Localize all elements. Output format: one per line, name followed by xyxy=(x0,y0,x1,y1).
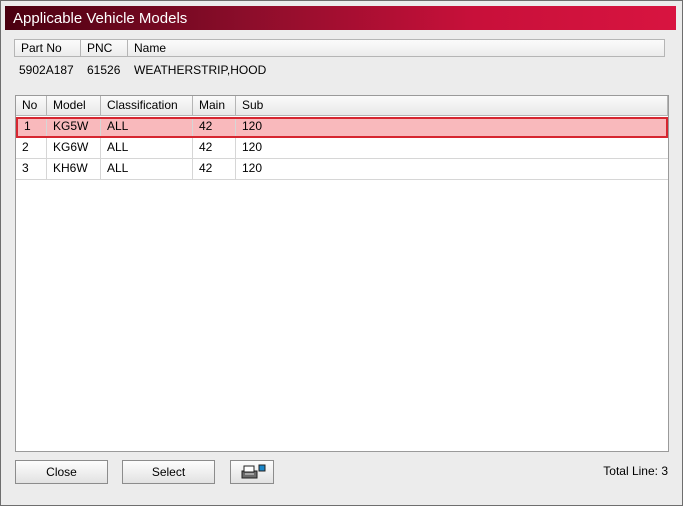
printer-icon xyxy=(241,464,266,479)
cell-sub: 120 xyxy=(242,119,263,133)
cell-classification: ALL xyxy=(101,138,193,158)
col-header-model[interactable]: Model xyxy=(47,96,101,116)
total-lines-label: Total Line: 3 xyxy=(603,464,668,478)
models-grid[interactable]: No Model Classification Main Sub 1 KG5W … xyxy=(15,95,669,452)
cell-classification: ALL xyxy=(101,119,193,136)
col-header-no[interactable]: No xyxy=(16,96,47,116)
window-title: Applicable Vehicle Models xyxy=(13,10,188,27)
col-header-classification[interactable]: Classification xyxy=(101,96,193,116)
close-button[interactable]: Close xyxy=(15,460,108,484)
cell-main: 42 xyxy=(193,159,236,179)
cell-model: KG6W xyxy=(47,138,101,158)
cell-no: 3 xyxy=(16,159,47,179)
part-info-panel: Part No PNC Name 5902A187 61526 WEATHERS… xyxy=(14,39,665,81)
cell-sub: 120 xyxy=(242,161,263,175)
pnc-header: PNC xyxy=(80,39,128,57)
pnc-value: 61526 xyxy=(87,63,121,77)
cell-model: KG5W xyxy=(47,119,101,136)
name-value: WEATHERSTRIP,HOOD xyxy=(134,63,267,77)
col-header-sub[interactable]: Sub xyxy=(236,96,668,116)
cell-classification: ALL xyxy=(101,159,193,179)
print-button[interactable] xyxy=(230,460,274,484)
name-header: Name xyxy=(127,39,665,57)
cell-main: 42 xyxy=(193,138,236,158)
part-no-header: Part No xyxy=(14,39,81,57)
cell-sub: 120 xyxy=(242,140,263,154)
col-header-main[interactable]: Main xyxy=(193,96,236,116)
part-no-value: 5902A187 xyxy=(19,63,74,77)
table-row[interactable]: 3 KH6W ALL 42 120 xyxy=(16,159,668,180)
cell-no: 1 xyxy=(18,119,47,136)
cell-model: KH6W xyxy=(47,159,101,179)
dialog-window: Applicable Vehicle Models Part No PNC Na… xyxy=(0,0,683,506)
title-bar[interactable]: Applicable Vehicle Models xyxy=(5,6,676,30)
table-row[interactable]: 2 KG6W ALL 42 120 xyxy=(16,138,668,159)
cell-no: 2 xyxy=(16,138,47,158)
table-row[interactable]: 1 KG5W ALL 42 120 xyxy=(16,117,668,138)
cell-main: 42 xyxy=(193,119,236,136)
select-button[interactable]: Select xyxy=(122,460,215,484)
